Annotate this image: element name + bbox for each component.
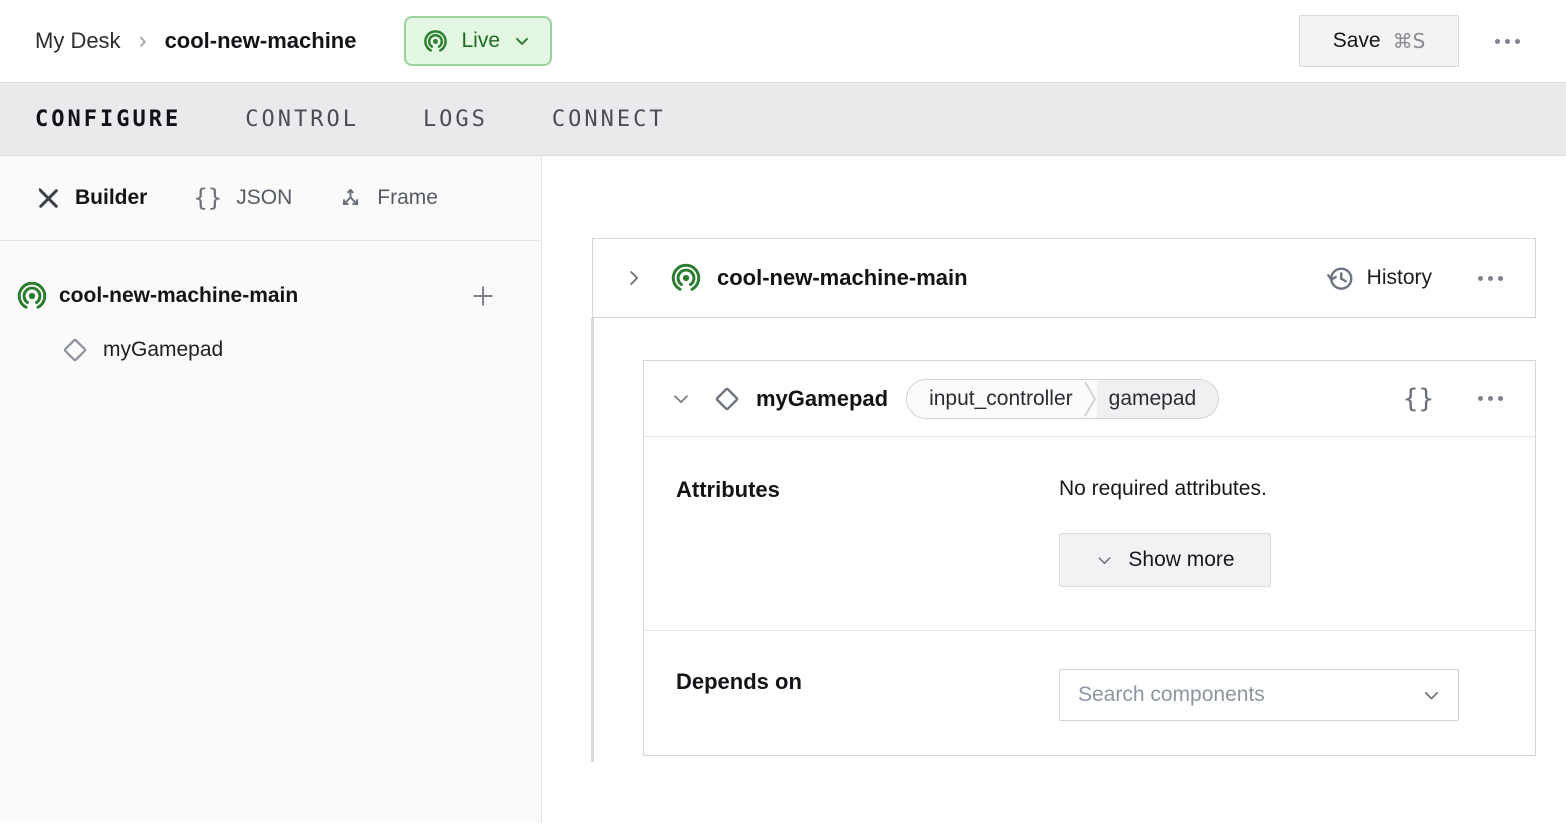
dot-icon xyxy=(1488,276,1493,281)
component-type-model-pill: input_controller gamepad xyxy=(906,379,1219,419)
show-more-button[interactable]: Show more xyxy=(1059,533,1271,587)
component-card-title: myGamepad xyxy=(756,386,888,412)
tree-connector-line xyxy=(591,318,594,762)
add-component-button[interactable] xyxy=(469,282,497,310)
depends-on-label: Depends on xyxy=(676,669,1059,721)
breadcrumb-current: cool-new-machine xyxy=(165,28,357,54)
chevron-down-icon xyxy=(512,31,532,51)
top-bar: My Desk › cool-new-machine Live Save ⌘S xyxy=(0,0,1566,82)
component-type: input_controller xyxy=(907,380,1083,418)
history-button-label: History xyxy=(1367,266,1432,290)
breadcrumb: My Desk › cool-new-machine xyxy=(35,27,356,55)
depends-on-placeholder: Search components xyxy=(1078,683,1265,707)
attributes-value: No required attributes. Show more xyxy=(1059,477,1271,630)
pill-chevron-separator-icon xyxy=(1083,380,1097,418)
dot-icon xyxy=(1478,276,1483,281)
machine-card-menu-button[interactable] xyxy=(1472,270,1509,287)
tree-component-name: myGamepad xyxy=(103,338,223,362)
attributes-section: Attributes No required attributes. Show … xyxy=(644,437,1535,631)
history-icon xyxy=(1325,263,1355,293)
component-model: gamepad xyxy=(1097,380,1219,418)
mode-frame-label: Frame xyxy=(377,186,438,210)
save-shortcut: ⌘S xyxy=(1393,29,1426,53)
dot-icon xyxy=(1495,39,1500,44)
machine-card-title: cool-new-machine-main xyxy=(717,265,968,291)
chevron-down-icon xyxy=(1095,551,1114,570)
history-button[interactable]: History xyxy=(1325,263,1432,293)
dot-icon xyxy=(1505,39,1510,44)
view-mode-bar: Builder {} JSON Frame xyxy=(0,156,541,241)
live-badge-label: Live xyxy=(461,29,500,53)
depends-on-value: Search components xyxy=(1059,669,1459,721)
machine-part-tree: cool-new-machine-main myGamepad xyxy=(0,241,541,377)
config-sidebar: Builder {} JSON Frame xyxy=(0,156,542,823)
mode-json-label: JSON xyxy=(236,186,292,210)
overflow-menu-button[interactable] xyxy=(1489,33,1526,50)
save-button-label: Save xyxy=(1333,29,1381,53)
raw-json-icon[interactable]: {} xyxy=(1403,384,1434,414)
machine-part-card: cool-new-machine-main History xyxy=(592,238,1536,318)
dot-icon xyxy=(1498,276,1503,281)
breadcrumb-parent-link[interactable]: My Desk xyxy=(35,28,121,54)
attributes-empty-text: No required attributes. xyxy=(1059,477,1271,501)
config-panel: cool-new-machine-main History xyxy=(542,156,1566,823)
diamond-icon xyxy=(60,335,90,365)
mode-builder[interactable]: Builder xyxy=(36,186,147,211)
machine-status-dropdown[interactable]: Live xyxy=(404,16,552,66)
tab-logs[interactable]: LOGS xyxy=(423,107,488,132)
online-icon xyxy=(669,261,703,295)
mode-frame[interactable]: Frame xyxy=(338,186,438,211)
tree-item-component[interactable]: myGamepad xyxy=(0,323,541,377)
chevron-down-icon xyxy=(1421,685,1442,706)
plus-icon xyxy=(469,282,497,310)
depends-on-section: Depends on Search components xyxy=(644,631,1535,721)
dot-icon xyxy=(1488,396,1493,401)
tab-control[interactable]: CONTROL xyxy=(245,107,359,132)
show-more-label: Show more xyxy=(1128,548,1234,572)
mode-json[interactable]: {} JSON xyxy=(193,184,292,212)
tree-item-machine[interactable]: cool-new-machine-main xyxy=(0,269,541,323)
component-card: myGamepad input_controller gamepad {} A xyxy=(643,360,1536,756)
attributes-label: Attributes xyxy=(676,477,1059,630)
depends-on-select[interactable]: Search components xyxy=(1059,669,1459,721)
dot-icon xyxy=(1515,39,1520,44)
frame-axes-icon xyxy=(338,186,363,211)
tab-connect[interactable]: CONNECT xyxy=(552,107,666,132)
tab-bar: CONFIGURE CONTROL LOGS CONNECT xyxy=(0,82,1566,156)
save-button[interactable]: Save ⌘S xyxy=(1299,15,1459,67)
dot-icon xyxy=(1478,396,1483,401)
component-card-header: myGamepad input_controller gamepad {} xyxy=(644,361,1535,437)
online-icon xyxy=(422,28,449,55)
online-icon xyxy=(15,279,49,313)
tree-machine-name: cool-new-machine-main xyxy=(59,284,298,308)
component-card-menu-button[interactable] xyxy=(1472,390,1509,407)
braces-icon: {} xyxy=(193,184,222,212)
breadcrumb-separator-icon: › xyxy=(139,27,147,55)
dot-icon xyxy=(1498,396,1503,401)
content: Builder {} JSON Frame xyxy=(0,156,1566,823)
collapse-component-chevron-down-icon[interactable] xyxy=(670,388,692,410)
expand-machine-chevron-right-icon[interactable] xyxy=(623,267,645,289)
mode-builder-label: Builder xyxy=(75,186,147,210)
tab-configure[interactable]: CONFIGURE xyxy=(35,107,181,132)
tools-icon xyxy=(36,186,61,211)
diamond-icon xyxy=(712,384,742,414)
